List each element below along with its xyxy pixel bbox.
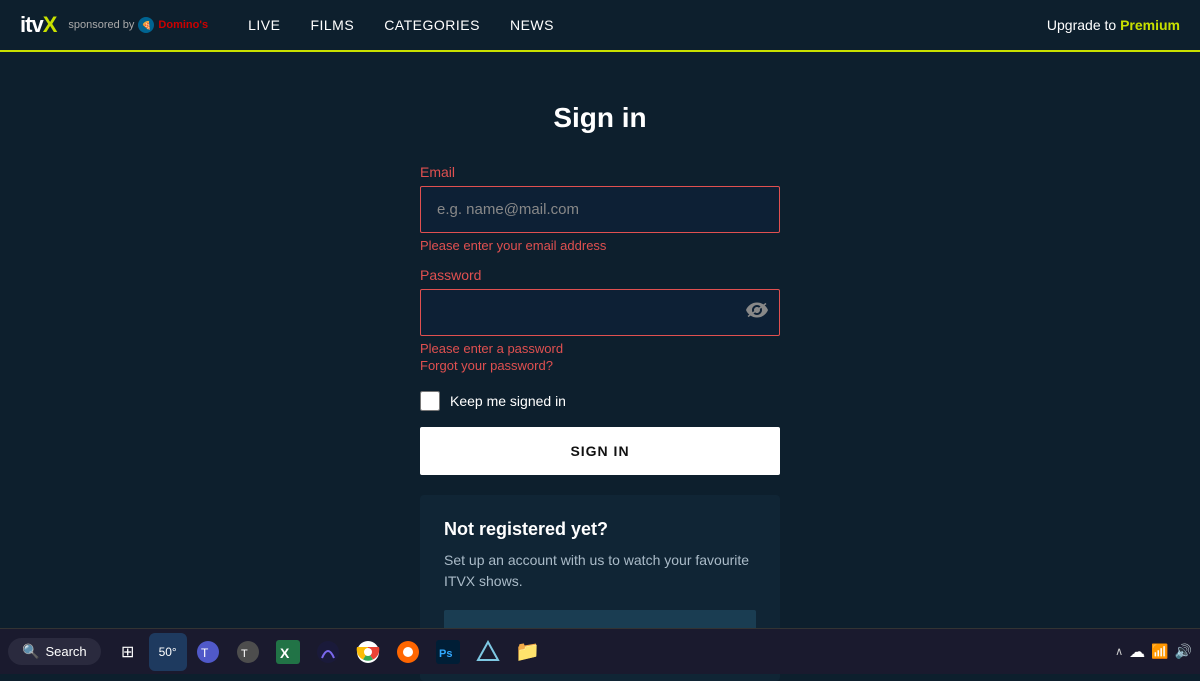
taskbar-search[interactable]: 🔍 Search: [8, 638, 101, 665]
forgot-password-link[interactable]: Forgot your password?: [420, 358, 780, 373]
tray-expand-icon[interactable]: ∧: [1115, 645, 1123, 658]
upgrade-area[interactable]: Upgrade to Premium: [1047, 17, 1180, 33]
taskbar-icon-weather[interactable]: 50°: [149, 633, 187, 671]
itvx-logo[interactable]: itvX: [20, 12, 56, 38]
signin-title: Sign in: [420, 102, 780, 134]
password-input[interactable]: [420, 289, 780, 336]
main-content: Sign in Email Please enter your email ad…: [0, 52, 1200, 681]
sponsored-label: sponsored by: [68, 19, 134, 31]
taskbar-icon-teams-video[interactable]: T: [189, 633, 227, 671]
dominos-name: Domino's: [158, 19, 208, 31]
keep-signed-in-area: Keep me signed in: [420, 391, 780, 411]
taskbar-icon-chrome[interactable]: [349, 633, 387, 671]
svg-text:T: T: [241, 648, 248, 660]
taskbar-system-tray: ∧ ☁ 📶 🔊: [1115, 642, 1192, 662]
email-error: Please enter your email address: [420, 238, 780, 253]
taskbar-icon-folder[interactable]: 📁: [509, 633, 547, 671]
tray-volume-icon[interactable]: 🔊: [1175, 643, 1192, 660]
dominos-icon: 🍕: [138, 17, 154, 33]
signin-button[interactable]: SIGN IN: [420, 427, 780, 475]
taskbar-icon-photoshop[interactable]: Ps: [429, 633, 467, 671]
taskbar-icon-app1[interactable]: [389, 633, 427, 671]
email-label: Email: [420, 164, 780, 180]
taskbar-icon-arc[interactable]: [309, 633, 347, 671]
keep-signed-in-label[interactable]: Keep me signed in: [450, 393, 566, 409]
register-box-description: Set up an account with us to watch your …: [444, 550, 756, 592]
search-label: Search: [45, 644, 86, 659]
search-icon: 🔍: [22, 643, 39, 660]
email-input[interactable]: [420, 186, 780, 233]
taskbar-icon-teams[interactable]: T: [229, 633, 267, 671]
taskbar: 🔍 Search ⊞ 50° T T X: [0, 628, 1200, 674]
password-error: Please enter a password: [420, 341, 780, 356]
logo-area: itvX sponsored by 🍕 Domino's: [20, 12, 208, 38]
taskbar-icon-excel[interactable]: X: [269, 633, 307, 671]
register-box-title: Not registered yet?: [444, 519, 756, 540]
email-group: Email Please enter your email address: [420, 164, 780, 253]
nav-links: LIVE FILMS CATEGORIES NEWS: [248, 17, 1047, 33]
password-label: Password: [420, 267, 780, 283]
logo-x-text: X: [43, 12, 57, 37]
taskbar-icon-app2[interactable]: [469, 633, 507, 671]
password-group: Password Please enter a password Forgot …: [420, 267, 780, 373]
nav-link-live[interactable]: LIVE: [248, 17, 280, 33]
svg-text:X: X: [280, 645, 290, 661]
toggle-password-icon[interactable]: [746, 302, 768, 323]
upgrade-text: Upgrade to: [1047, 17, 1116, 33]
premium-label: Premium: [1120, 17, 1180, 33]
password-wrapper: [420, 289, 780, 336]
taskbar-right: ∧ ☁ 📶 🔊: [1115, 642, 1192, 662]
logo-itv-text: itv: [20, 12, 43, 37]
svg-text:Ps: Ps: [439, 648, 452, 660]
svg-text:T: T: [201, 646, 209, 660]
signin-container: Sign in Email Please enter your email ad…: [420, 102, 780, 681]
keep-signed-in-checkbox[interactable]: [420, 391, 440, 411]
taskbar-icon-taskview[interactable]: ⊞: [109, 633, 147, 671]
nav-link-films[interactable]: FILMS: [310, 17, 354, 33]
nav-bar: itvX sponsored by 🍕 Domino's LIVE FILMS …: [0, 0, 1200, 52]
nav-link-categories[interactable]: CATEGORIES: [384, 17, 480, 33]
nav-link-news[interactable]: NEWS: [510, 17, 554, 33]
taskbar-icons: ⊞ 50° T T X Ps: [109, 633, 547, 671]
tray-onedrive-icon[interactable]: ☁: [1129, 642, 1145, 662]
sponsored-by: sponsored by 🍕 Domino's: [68, 17, 208, 33]
tray-wifi-icon[interactable]: 📶: [1151, 643, 1168, 660]
